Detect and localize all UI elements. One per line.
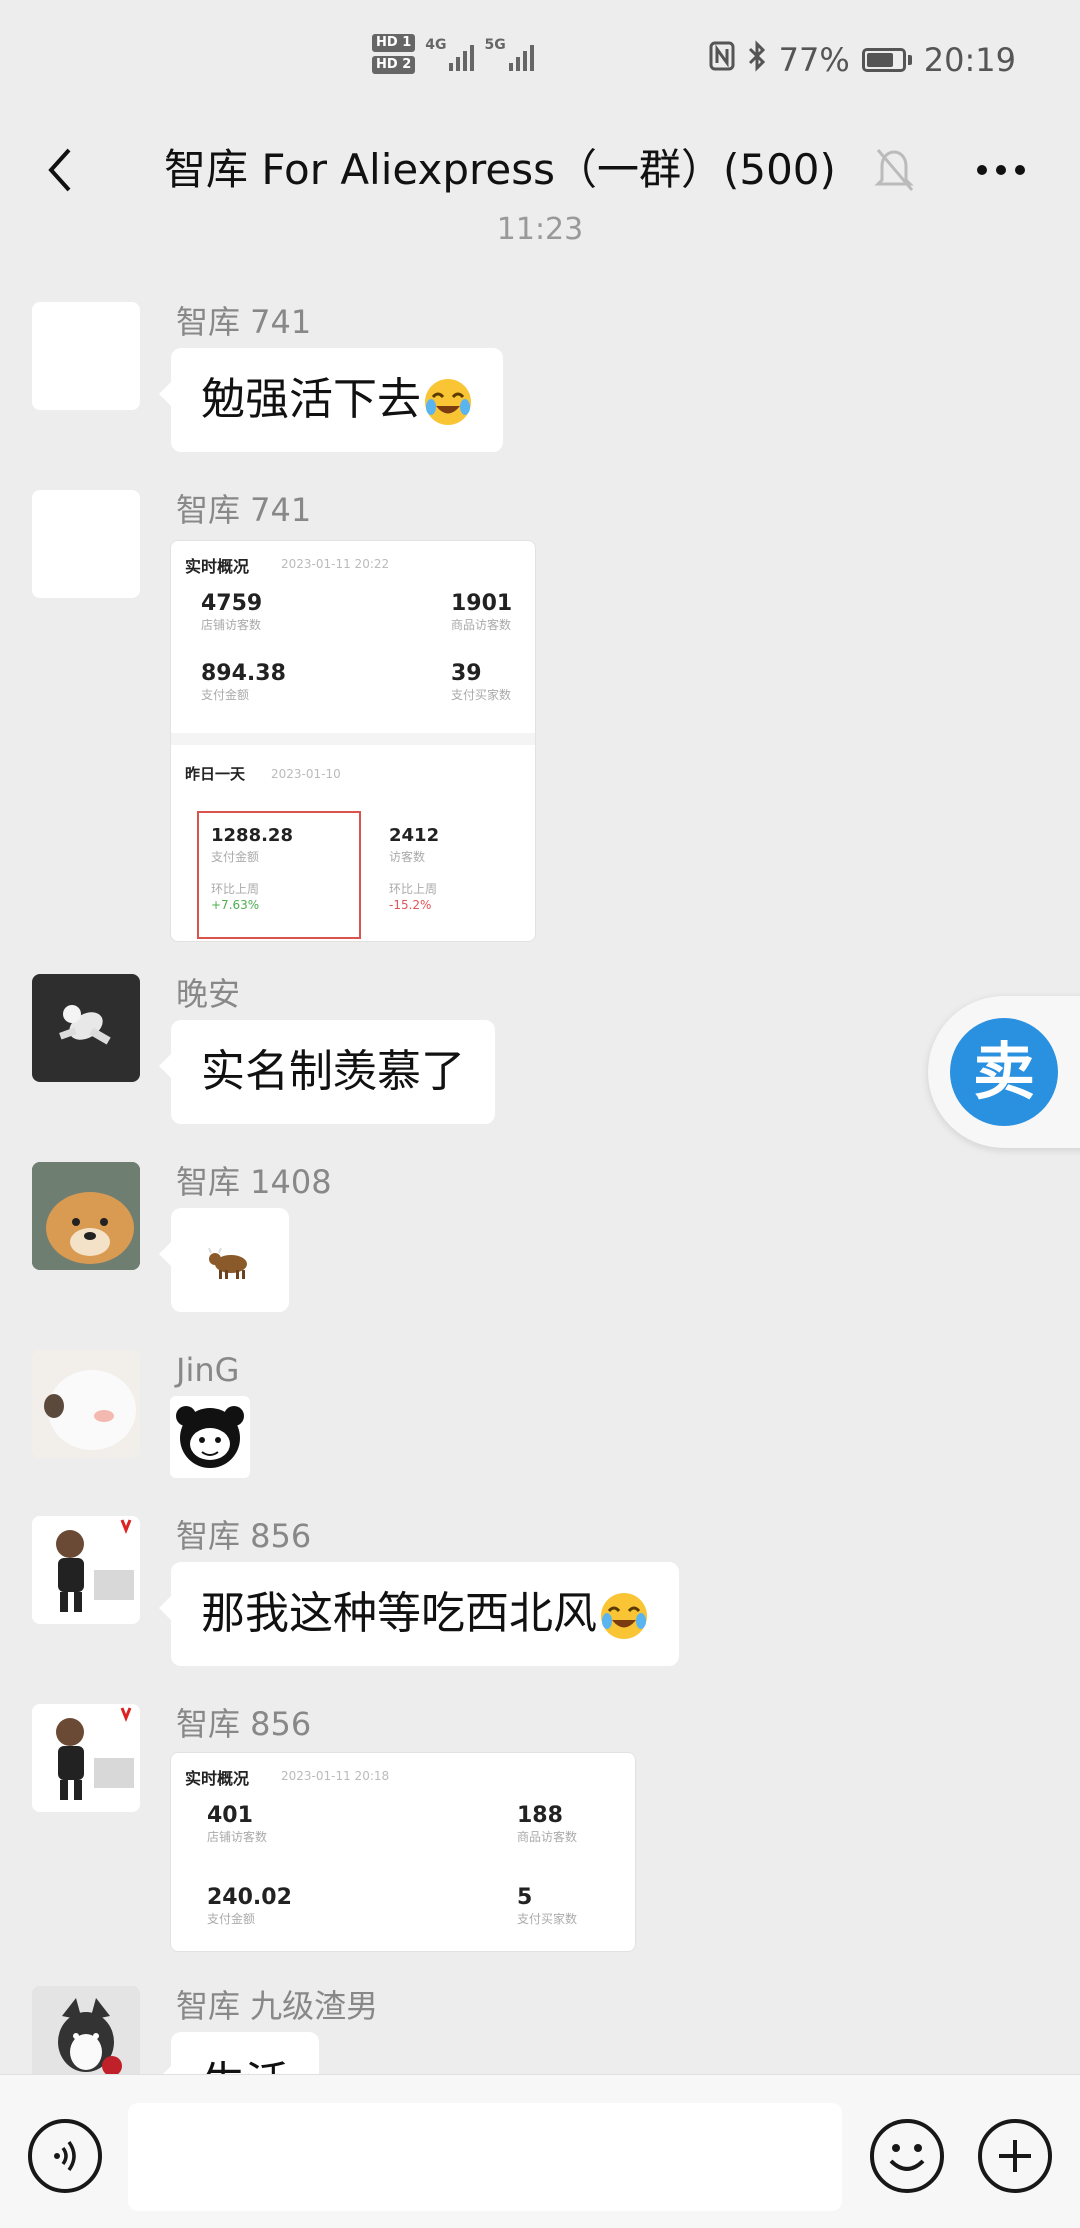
sim1-badge: HD 1: [372, 34, 416, 52]
stat-item: 4759 店铺访客数: [201, 591, 263, 632]
signal-bars-icon: [449, 41, 475, 71]
chat-header: 智库 For Aliexpress（一群）(500): [0, 120, 1080, 220]
timestamp-label: 11:23: [496, 212, 584, 240]
sender-name: 智库 741: [176, 303, 312, 341]
crying-laughing-emoji: [601, 1593, 647, 1639]
network-indicators: HD 1 HD 2 4G 5G: [372, 34, 534, 74]
avatar[interactable]: [32, 974, 140, 1082]
more-dots-icon: [977, 165, 1025, 175]
sim-indicators: HD 1 HD 2: [372, 34, 416, 74]
stat-item: 5 支付买家数: [517, 1885, 578, 1926]
signal-1: 4G: [425, 37, 475, 71]
stat-item: 1288.28 支付金额 环比上周 +7.63%: [211, 825, 293, 912]
sender-name: 智库 1408: [176, 1163, 332, 1201]
avatar[interactable]: [32, 302, 140, 410]
network-type-2: 5G: [484, 37, 506, 53]
card-date: 2023-01-11 20:22: [281, 557, 390, 571]
input-bar: [0, 2074, 1080, 2228]
panda-meme-sticker[interactable]: [170, 1396, 250, 1478]
avatar[interactable]: [32, 1162, 140, 1270]
sender-name: 智库 856: [176, 1517, 312, 1555]
dog-avatar-image: [32, 1162, 140, 1270]
card-section-date: 2023-01-10: [271, 767, 341, 781]
message-text: 生活: [201, 2058, 289, 2074]
avatar[interactable]: [32, 1704, 140, 1812]
card-title: 实时概况: [185, 1769, 250, 1788]
network-type-1: 4G: [425, 37, 447, 53]
message-text: 勉强活下去: [201, 374, 421, 425]
sender-name: 智库 九级渣男: [176, 1987, 379, 2025]
plus-icon: [999, 2140, 1031, 2172]
signal-2: 5G: [484, 37, 534, 71]
image-message[interactable]: 实时概况 2023-01-11 20:18 401 店铺访客数 188 商品访客数 …: [170, 1752, 636, 1952]
sender-name: JinG: [176, 1351, 240, 1389]
card-title: 实时概况: [185, 557, 250, 576]
battery-icon: [861, 48, 912, 72]
message-bubble[interactable]: 实名制羡慕了: [159, 1020, 495, 1124]
chevron-left-icon: [48, 148, 71, 192]
stat-item: 240.02 支付金额: [207, 1885, 292, 1926]
person-avatar-image: [32, 1704, 140, 1812]
status-bar: HD 1 HD 2 4G 5G 77% 20:19: [0, 0, 1080, 120]
stat-item: 188 商品访客数: [517, 1803, 578, 1844]
message-row: 智库 九级渣男 生活: [0, 1986, 1080, 2074]
avatar[interactable]: [32, 490, 140, 598]
signal-bars-icon: [508, 41, 534, 71]
back-button[interactable]: [30, 140, 90, 200]
voice-icon: [54, 2140, 76, 2172]
sender-name: 智库 741: [176, 491, 312, 529]
ox-emoji: [208, 1247, 247, 1279]
cat-avatar-image: [32, 1350, 140, 1458]
system-indicators: 77% 20:19: [709, 40, 1016, 80]
avatar[interactable]: [32, 1350, 140, 1458]
message-bubble[interactable]: 生活: [159, 2032, 319, 2074]
battery-percent: 77%: [778, 41, 850, 79]
avatar[interactable]: [32, 1516, 140, 1624]
sim2-badge: HD 2: [372, 56, 416, 74]
more-button[interactable]: [966, 140, 1036, 200]
clock: 20:19: [923, 41, 1016, 79]
smiley-icon: [889, 2144, 925, 2171]
astronaut-avatar-image: [59, 1005, 111, 1045]
sender-name: 晚安: [176, 975, 241, 1013]
avatar[interactable]: [32, 1986, 140, 2074]
stat-item: 39 支付买家数: [451, 661, 512, 702]
emoji-button[interactable]: [870, 2119, 944, 2193]
card-section-title: 昨日一天: [185, 765, 246, 783]
more-functions-button[interactable]: [978, 2119, 1052, 2193]
stat-item: 1901 商品访客数: [451, 591, 513, 632]
sell-button[interactable]: 卖: [950, 1018, 1058, 1126]
stat-item: 401 店铺访客数: [207, 1803, 268, 1844]
nfc-icon: [709, 41, 735, 79]
message-input[interactable]: [128, 2103, 842, 2211]
person-avatar-image: [32, 1516, 140, 1624]
bell-off-icon: [872, 142, 916, 198]
message-text: 那我这种等吃西北风: [201, 1588, 597, 1639]
crying-laughing-emoji: [425, 379, 471, 425]
chat-title[interactable]: 智库 For Aliexpress（一群）(500): [164, 140, 836, 200]
husky-avatar-image: [32, 1986, 140, 2074]
voice-button[interactable]: [28, 2119, 102, 2193]
bluetooth-icon: [747, 40, 767, 80]
floating-sell-widget: 卖: [928, 996, 1080, 1148]
image-message[interactable]: 实时概况 2023-01-11 20:22 4759 店铺访客数 1901 商品访客…: [170, 540, 536, 942]
card-divider: [171, 733, 535, 745]
message-bubble[interactable]: 勉强活下去: [159, 348, 503, 452]
stat-item: 2412 访客数 环比上周 -15.2%: [389, 825, 440, 912]
card-date: 2023-01-11 20:18: [281, 1769, 390, 1783]
message-bubble[interactable]: 那我这种等吃西北风: [159, 1562, 679, 1666]
message-text: 实名制羡慕了: [201, 1046, 465, 1097]
message-bubble[interactable]: [159, 1208, 289, 1312]
stat-item: 894.38 支付金额: [201, 661, 286, 702]
sender-name: 智库 856: [176, 1705, 312, 1743]
